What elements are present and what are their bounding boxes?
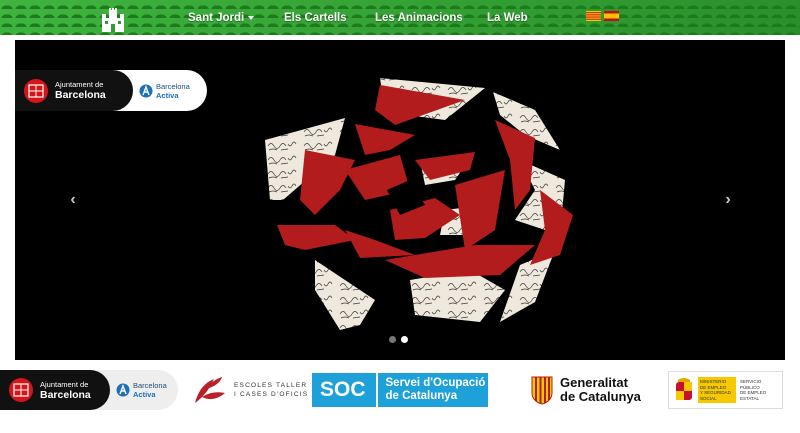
ajuntament-badge: Ajuntament de Barcelona bbox=[15, 70, 133, 111]
nav-item-label: Sant Jordi bbox=[188, 12, 245, 24]
badge-line1: Ajuntament de bbox=[55, 80, 104, 89]
escoles-taller-logo: ESCOLES TALLER I CASES D'OFICIS bbox=[192, 368, 308, 412]
footer-ajuntament-line2: Barcelona bbox=[40, 388, 91, 401]
sepe-line2: DE EMPLEO ESTATAL bbox=[740, 390, 767, 401]
ministerio-empleo-logo: MINISTERIO DE EMPLEO Y SEGURIDAD SOCIAL … bbox=[668, 371, 783, 409]
soc-logo: SOC Servei d'Ocupació de Catalunya bbox=[312, 368, 488, 412]
footer-ajuntament-line1: Ajuntament de bbox=[40, 379, 89, 389]
sponsor-badge: Ajuntament de Barcelona Barcelona Activa bbox=[15, 70, 207, 111]
caret-down-icon bbox=[248, 15, 255, 20]
barcelona-shield-icon bbox=[9, 378, 33, 402]
carousel-next-button[interactable]: › bbox=[718, 190, 738, 210]
escoles-line2: I CASES D'OFICIS bbox=[234, 391, 309, 398]
activa-line1: Barcelona bbox=[156, 81, 190, 91]
spain-coat-of-arms-icon bbox=[676, 378, 692, 400]
activa-a-icon bbox=[139, 84, 153, 97]
catalan-flag-icon[interactable] bbox=[586, 11, 601, 21]
footer-activa-line1: Barcelona bbox=[133, 381, 167, 390]
footer-activa-line2: Activa bbox=[133, 390, 156, 399]
castle-logo-icon[interactable] bbox=[98, 4, 128, 32]
barcelona-shield-icon bbox=[24, 78, 48, 103]
carousel-indicator[interactable] bbox=[389, 336, 396, 343]
generalitat-line2: de Catalunya bbox=[560, 389, 641, 404]
carousel-indicator[interactable] bbox=[401, 336, 408, 343]
barcelona-activa-logo: Barcelona Activa bbox=[139, 82, 190, 100]
sepe-line1: SERVICIO PÚBLICO bbox=[740, 379, 762, 390]
generalitat-logo: Generalitat de Catalunya bbox=[530, 368, 641, 412]
ministerio-line3: Y SEGURIDAD SOCIAL bbox=[700, 390, 731, 401]
soc-line2: de Catalunya bbox=[385, 390, 458, 402]
nav-item-la-web[interactable]: La Web bbox=[487, 12, 528, 24]
activa-line2: Activa bbox=[156, 90, 179, 100]
escoles-leaf-icon bbox=[195, 377, 225, 403]
badge-line2: Barcelona bbox=[55, 89, 106, 101]
nav-item-els-cartells[interactable]: Els Cartells bbox=[284, 12, 347, 24]
nav-item-label: Les Animacions bbox=[375, 12, 463, 24]
generalitat-line1: Generalitat bbox=[560, 375, 628, 390]
escoles-line1: ESCOLES TALLER bbox=[234, 382, 308, 389]
nav-item-sant-jordi[interactable]: Sant Jordi bbox=[188, 12, 255, 24]
soc-short: SOC bbox=[312, 373, 378, 407]
top-navbar: Sant Jordi Els Cartells Les Animacions L… bbox=[0, 0, 800, 35]
carousel-indicators bbox=[389, 336, 408, 343]
spanish-flag-icon[interactable] bbox=[604, 11, 619, 21]
language-switcher bbox=[586, 11, 619, 21]
ajuntament-activa-logo: Ajuntament de Barcelona Barcelona Activa bbox=[0, 370, 178, 410]
nav-item-label: Els Cartells bbox=[284, 12, 347, 24]
soc-line1: Servei d'Ocupació bbox=[385, 377, 486, 389]
nav-item-les-animacions[interactable]: Les Animacions bbox=[375, 12, 463, 24]
sponsor-logo-strip: Ajuntament de Barcelona Barcelona Activa… bbox=[0, 368, 800, 416]
nav-item-label: La Web bbox=[487, 12, 528, 24]
activa-a-icon bbox=[116, 383, 130, 397]
image-carousel: Ajuntament de Barcelona Barcelona Activa… bbox=[15, 40, 785, 360]
generalitat-shield-icon bbox=[531, 376, 553, 405]
carousel-prev-button[interactable]: ‹ bbox=[63, 190, 83, 210]
